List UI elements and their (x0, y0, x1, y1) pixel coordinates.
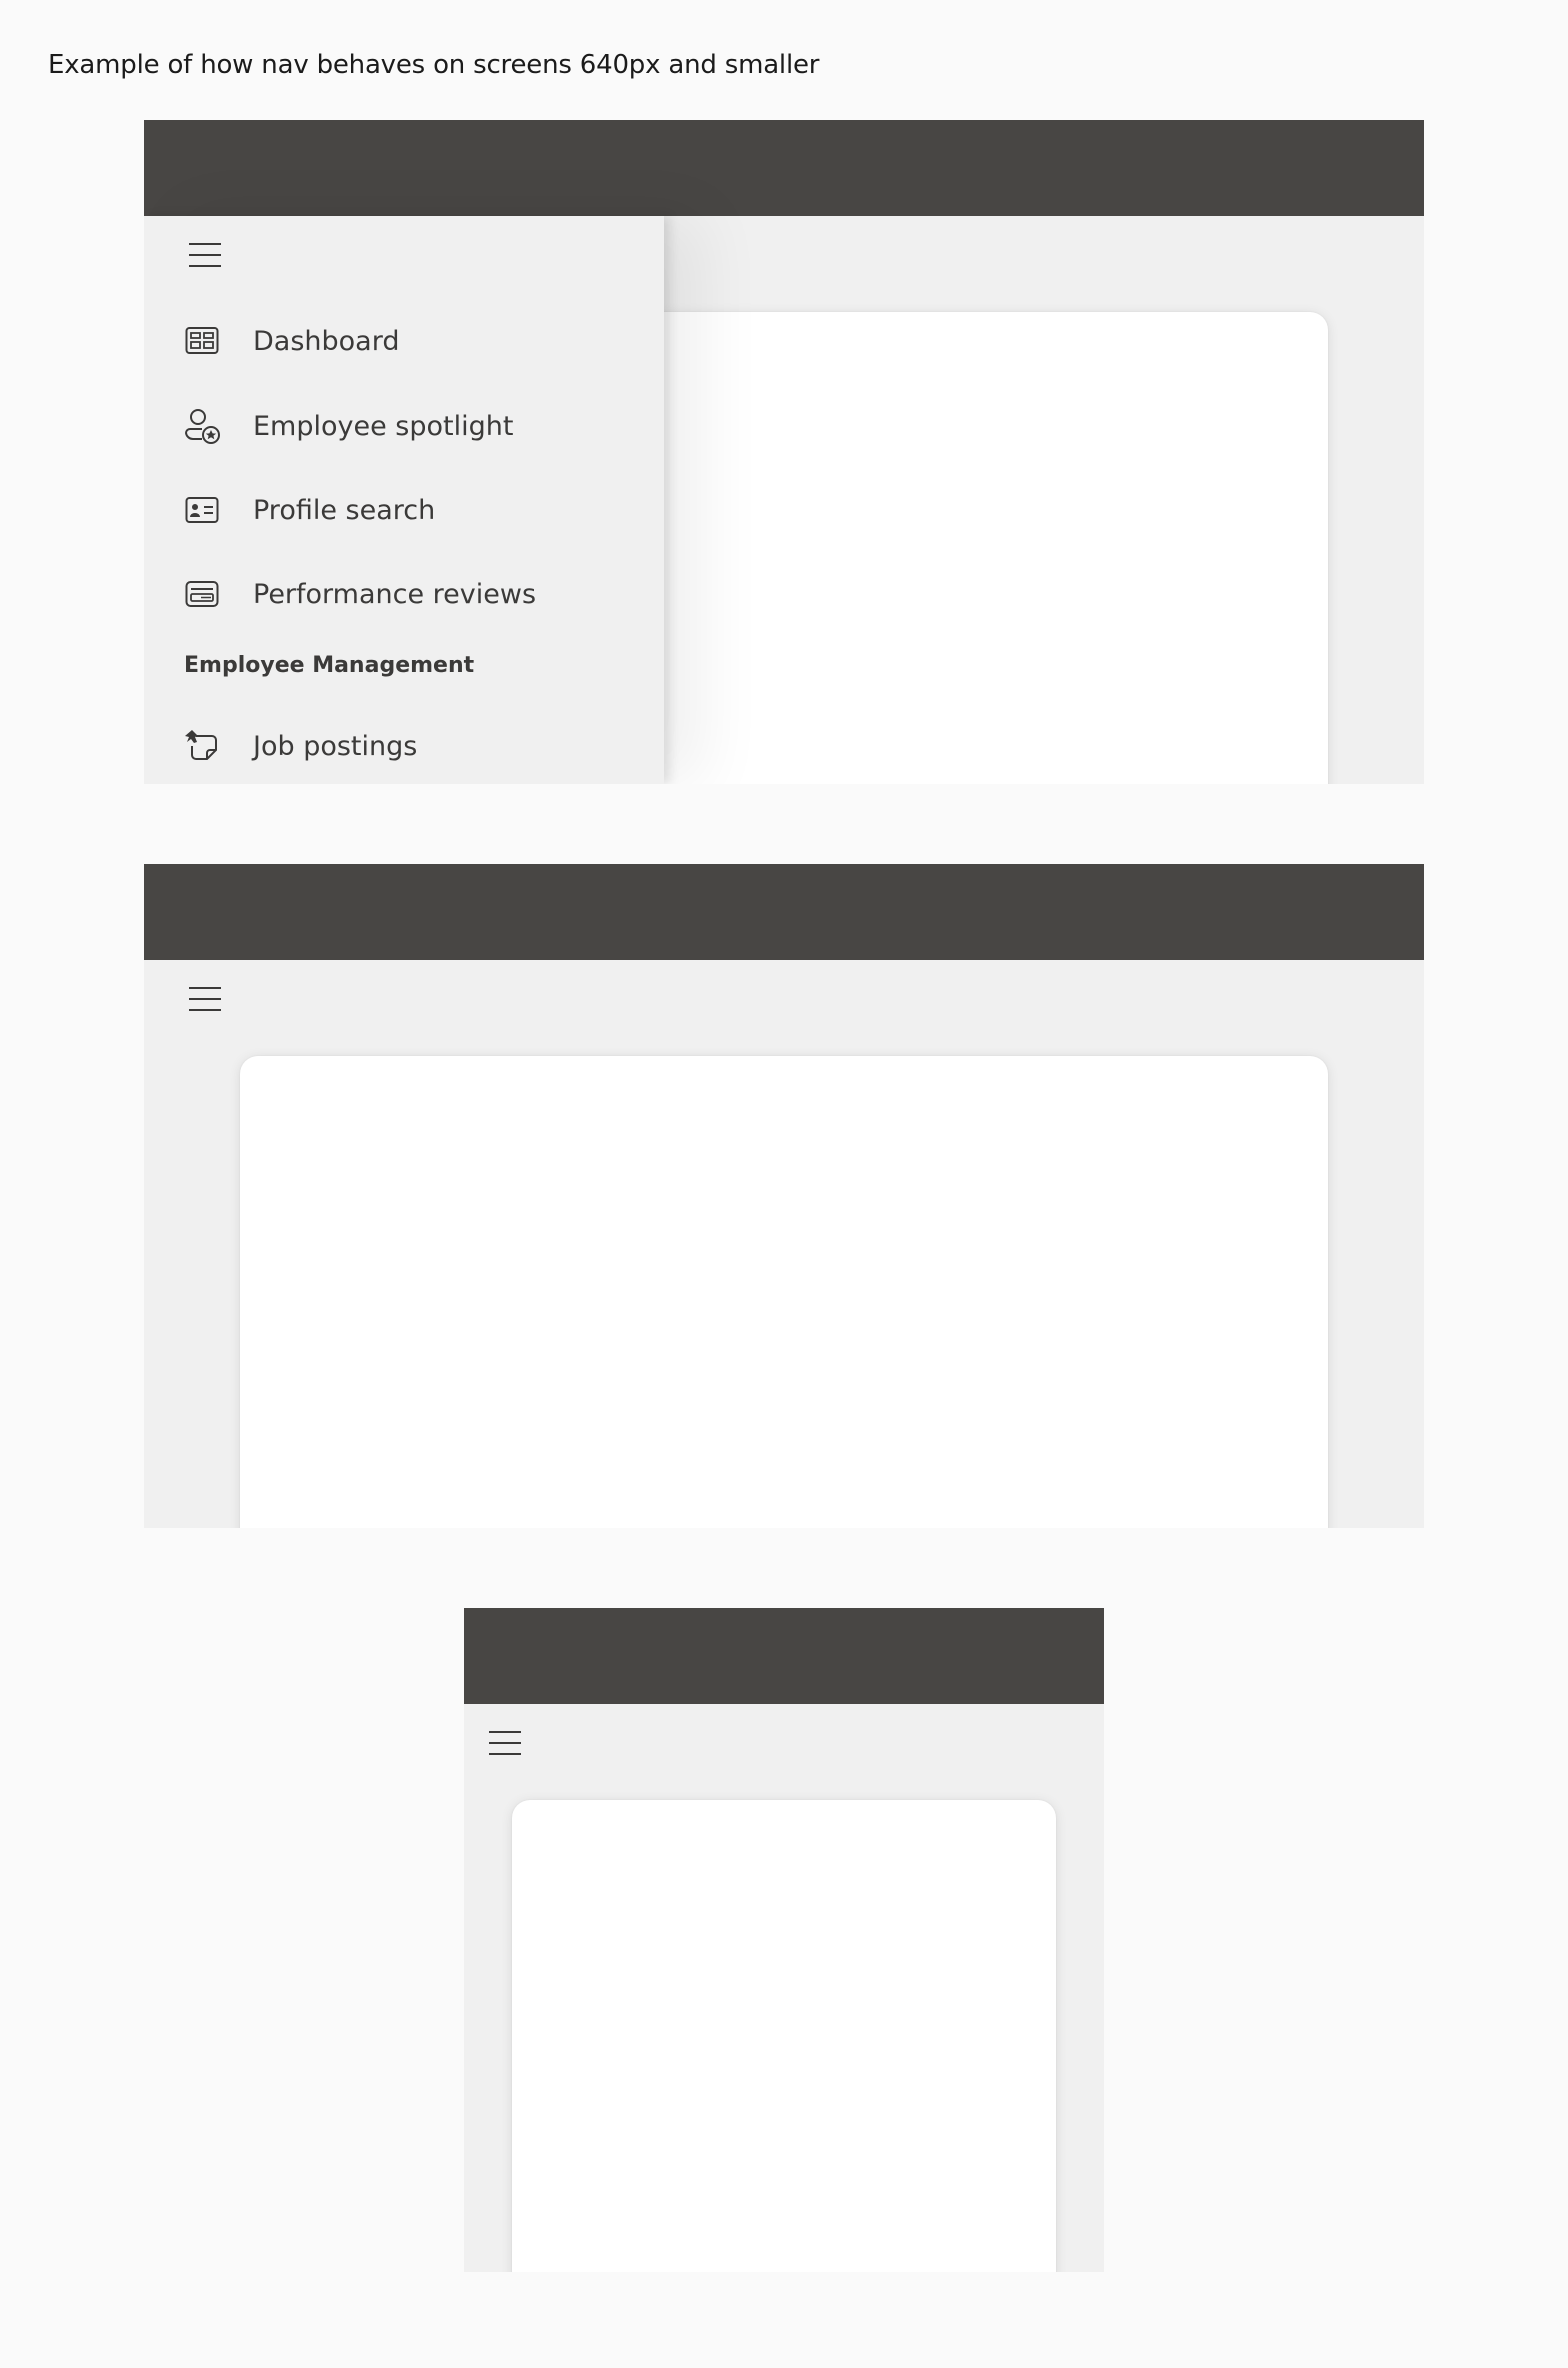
nav-item-label: Job postings (253, 730, 418, 762)
nav-item-performance-reviews[interactable]: Performance reviews (184, 564, 644, 624)
nav-item-dashboard[interactable]: Dashboard (184, 311, 644, 371)
hamburger-menu-icon[interactable] (488, 1730, 522, 1756)
content-card (240, 1056, 1328, 1528)
example-frame-collapsed-nav (144, 864, 1424, 1528)
nav-panel-expanded: Dashboard Employee spotlight Profile sea… (144, 216, 664, 784)
nav-item-employee-spotlight[interactable]: Employee spotlight (184, 396, 644, 456)
content-card (512, 1800, 1056, 2272)
pinned-note-icon (184, 728, 220, 764)
contact-card-icon (184, 492, 220, 528)
app-header-bar (144, 120, 1424, 216)
nav-item-label: Performance reviews (253, 578, 537, 610)
app-header-bar (464, 1608, 1104, 1704)
example-frame-collapsed-nav-narrow (464, 1608, 1104, 2272)
app-header-bar (144, 864, 1424, 960)
nav-item-label: Employee spotlight (253, 410, 514, 442)
nav-item-label: Dashboard (253, 325, 400, 357)
nav-item-label: Profile search (253, 494, 436, 526)
review-card-icon (184, 576, 220, 612)
nav-item-job-postings[interactable]: Job postings (184, 716, 644, 776)
nav-section-header: Employee Management (184, 653, 475, 678)
hamburger-menu-icon[interactable] (188, 986, 222, 1012)
dashboard-icon (184, 323, 220, 359)
hamburger-menu-icon[interactable] (188, 242, 222, 268)
person-star-icon (184, 408, 220, 444)
nav-item-profile-search[interactable]: Profile search (184, 480, 644, 540)
example-frame-expanded-nav: Dashboard Employee spotlight Profile sea… (144, 120, 1424, 784)
page-caption: Example of how nav behaves on screens 64… (48, 50, 820, 80)
